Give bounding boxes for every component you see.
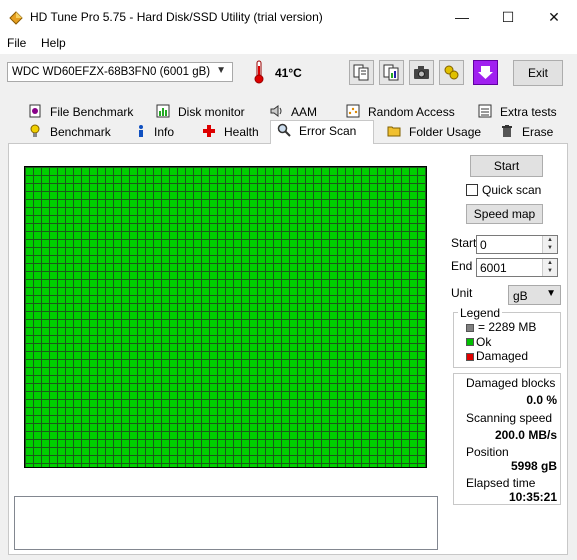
tab-erase[interactable]: Erase <box>494 122 562 142</box>
legend-block-size: = 2289 MB <box>478 320 537 334</box>
position-value: 5998 gB <box>510 459 557 473</box>
tab-health[interactable]: Health <box>196 122 268 142</box>
folder-icon <box>387 124 401 138</box>
start-field-label: Start <box>451 236 477 250</box>
start-position-value: 0 <box>480 238 487 252</box>
end-field-label: End <box>451 259 473 273</box>
start-scan-button[interactable]: Start <box>470 155 543 177</box>
scanning-speed-value: 200.0 MB/s <box>494 428 557 442</box>
unit-label: Unit <box>451 286 473 300</box>
tab-aam[interactable]: AAM <box>263 102 325 122</box>
trash-icon <box>500 124 514 138</box>
menu-bar: File Help <box>0 34 577 54</box>
tab-disk-monitor[interactable]: Disk monitor <box>150 102 250 122</box>
log-textbox[interactable] <box>14 496 438 550</box>
unit-select[interactable]: gB ▼ <box>508 285 561 305</box>
elapsed-time-label: Elapsed time <box>466 476 536 490</box>
drive-select-value: WDC WD60EFZX-68B3FN0 (6001 gB) <box>12 66 211 78</box>
copy-graph-button[interactable] <box>379 60 404 85</box>
tab-info[interactable]: Info <box>128 122 192 142</box>
tab-random-access[interactable]: Random Access <box>340 102 455 122</box>
menu-file[interactable]: File <box>7 36 26 50</box>
health-cross-icon <box>202 124 216 138</box>
tab-label: File Benchmark <box>50 105 134 119</box>
tab-label: Random Access <box>368 105 455 119</box>
temperature-readout: 41°C <box>275 66 302 80</box>
legend-title: Legend <box>458 306 503 320</box>
extra-tests-icon <box>478 104 492 118</box>
legend-damaged: Damaged <box>476 349 529 363</box>
magnifier-icon <box>277 123 291 137</box>
disk-monitor-icon <box>156 104 170 118</box>
window-title: HD Tune Pro 5.75 - Hard Disk/SSD Utility… <box>30 10 323 24</box>
scanning-speed-label: Scanning speed <box>466 411 553 425</box>
legend-damaged-swatch <box>466 353 474 361</box>
tab-file-benchmark[interactable]: File Benchmark <box>22 102 134 122</box>
position-label: Position <box>466 445 509 459</box>
damaged-blocks-label: Damaged blocks <box>466 376 556 390</box>
drive-select[interactable]: WDC WD60EFZX-68B3FN0 (6001 gB) ▼ <box>7 62 233 82</box>
random-access-icon <box>346 104 360 118</box>
tab-label: Error Scan <box>299 124 357 138</box>
menu-help[interactable]: Help <box>41 36 66 50</box>
speaker-icon <box>269 104 283 118</box>
close-button[interactable]: ✕ <box>531 0 577 34</box>
tab-benchmark[interactable]: Benchmark <box>22 122 118 142</box>
tab-label: Health <box>224 125 259 139</box>
start-position-input[interactable]: 0 ▲ ▼ <box>476 235 558 254</box>
thermometer-icon <box>252 60 266 84</box>
end-position-input[interactable]: 6001 ▲ ▼ <box>476 258 558 277</box>
error-scan-block-map <box>24 166 427 468</box>
save-download-button[interactable] <box>473 60 498 85</box>
legend-block-size-swatch <box>466 324 474 332</box>
info-icon <box>134 124 148 138</box>
exit-button[interactable]: Exit <box>513 60 563 86</box>
bulb-icon <box>28 124 42 138</box>
tab-label: Folder Usage <box>409 125 482 139</box>
elapsed-time-value: 10:35:21 <box>508 490 557 504</box>
options-tools-button[interactable] <box>439 60 464 85</box>
quick-scan-checkbox[interactable] <box>466 184 478 196</box>
tab-label: AAM <box>291 105 318 119</box>
spinner-arrows[interactable]: ▲ ▼ <box>542 259 557 276</box>
tab-label: Info <box>154 125 175 139</box>
file-benchmark-icon <box>28 104 42 118</box>
tab-error-scan[interactable]: Error Scan <box>270 120 374 144</box>
end-position-value: 6001 <box>480 261 507 275</box>
quick-scan-label: Quick scan <box>482 183 542 197</box>
maximize-button[interactable]: ☐ <box>485 0 531 34</box>
spinner-arrows[interactable]: ▲ ▼ <box>542 236 557 253</box>
tab-extra-tests[interactable]: Extra tests <box>472 102 562 122</box>
chevron-down-icon: ▼ <box>216 65 226 76</box>
app-icon <box>8 10 24 26</box>
tab-label: Erase <box>522 125 554 139</box>
chevron-down-icon: ▼ <box>546 288 556 299</box>
tab-label: Disk monitor <box>178 105 245 119</box>
legend-ok: Ok <box>476 335 492 349</box>
tab-folder-usage[interactable]: Folder Usage <box>381 122 489 142</box>
speed-map-button[interactable]: Speed map <box>466 204 543 224</box>
screenshot-camera-button[interactable] <box>409 60 434 85</box>
unit-select-value: gB <box>513 289 528 303</box>
copy-info-button[interactable] <box>349 60 374 85</box>
tab-label: Benchmark <box>50 125 111 139</box>
minimize-button[interactable]: — <box>439 0 485 34</box>
damaged-blocks-value: 0.0 % <box>526 393 557 407</box>
legend-ok-swatch <box>466 338 474 346</box>
tab-label: Extra tests <box>500 105 557 119</box>
title-bar: HD Tune Pro 5.75 - Hard Disk/SSD Utility… <box>0 0 577 34</box>
